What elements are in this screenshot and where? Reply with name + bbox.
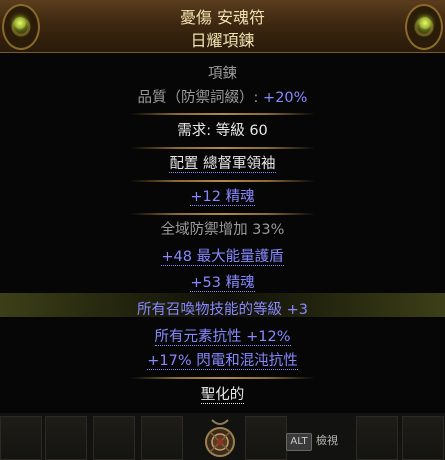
separator: [130, 377, 315, 379]
item-name: 憂傷 安魂符: [179, 8, 266, 27]
separator: [130, 213, 315, 215]
item-base-type: 日耀項鍊: [190, 31, 255, 50]
inventory-slot[interactable]: [245, 416, 287, 460]
implicit-mod-text[interactable]: 配置 總督軍領袖: [169, 156, 276, 173]
amulet-icon[interactable]: [198, 418, 242, 460]
explicit-mod-2: +48 最大能量護盾: [0, 247, 445, 267]
item-header: 憂傷 安魂符 日耀項鍊: [0, 0, 445, 53]
enchant-mod-text[interactable]: +12 精魂: [190, 189, 255, 206]
separator: [130, 147, 315, 149]
quality-value: +20%: [263, 90, 308, 106]
inventory-slot[interactable]: [93, 416, 135, 460]
inventory-slot[interactable]: [0, 416, 42, 460]
separator: [130, 180, 315, 182]
explicit-mod-2-text[interactable]: +48 最大能量護盾: [161, 249, 284, 266]
inventory-slot[interactable]: [141, 416, 183, 460]
alt-key-hint: ALT: [286, 433, 312, 451]
inventory-slot[interactable]: [45, 416, 87, 460]
explicit-mod-6: +17% 閃電和混沌抗性: [0, 351, 445, 371]
explicit-mod-3-text[interactable]: +53 精魂: [190, 275, 255, 292]
item-class: 項鍊: [208, 66, 237, 82]
sanctified-text[interactable]: 聖化的: [200, 387, 245, 404]
requirement-line: 需求: 等級 60: [177, 123, 268, 139]
explicit-mod-5: 所有元素抗性 +12%: [0, 327, 445, 347]
explicit-mod-6-text[interactable]: +17% 閃電和混沌抗性: [147, 353, 298, 370]
inventory-slot[interactable]: [356, 416, 398, 460]
explicit-mod-5-text[interactable]: 所有元素抗性 +12%: [154, 329, 291, 346]
quality-label: 品質（防禦詞綴）:: [137, 90, 264, 106]
enchant-mod: +12 精魂: [0, 187, 445, 207]
inspect-label[interactable]: 檢視: [316, 433, 338, 449]
inventory-slot[interactable]: [402, 416, 444, 460]
separator: [130, 113, 315, 115]
sanctified-label: 聖化的: [0, 385, 445, 405]
explicit-mod-3: +53 精魂: [0, 273, 445, 293]
implicit-mod: 配置 總督軍領袖: [0, 154, 445, 174]
explicit-mod-4-text[interactable]: 所有召喚物技能的等級 +3: [137, 302, 308, 318]
explicit-mod-1: 全域防禦增加 33%: [160, 222, 285, 238]
explicit-mod-4: 所有召喚物技能的等級 +3: [0, 300, 445, 320]
quality-line: 品質（防禦詞綴）: +20%: [0, 88, 445, 108]
